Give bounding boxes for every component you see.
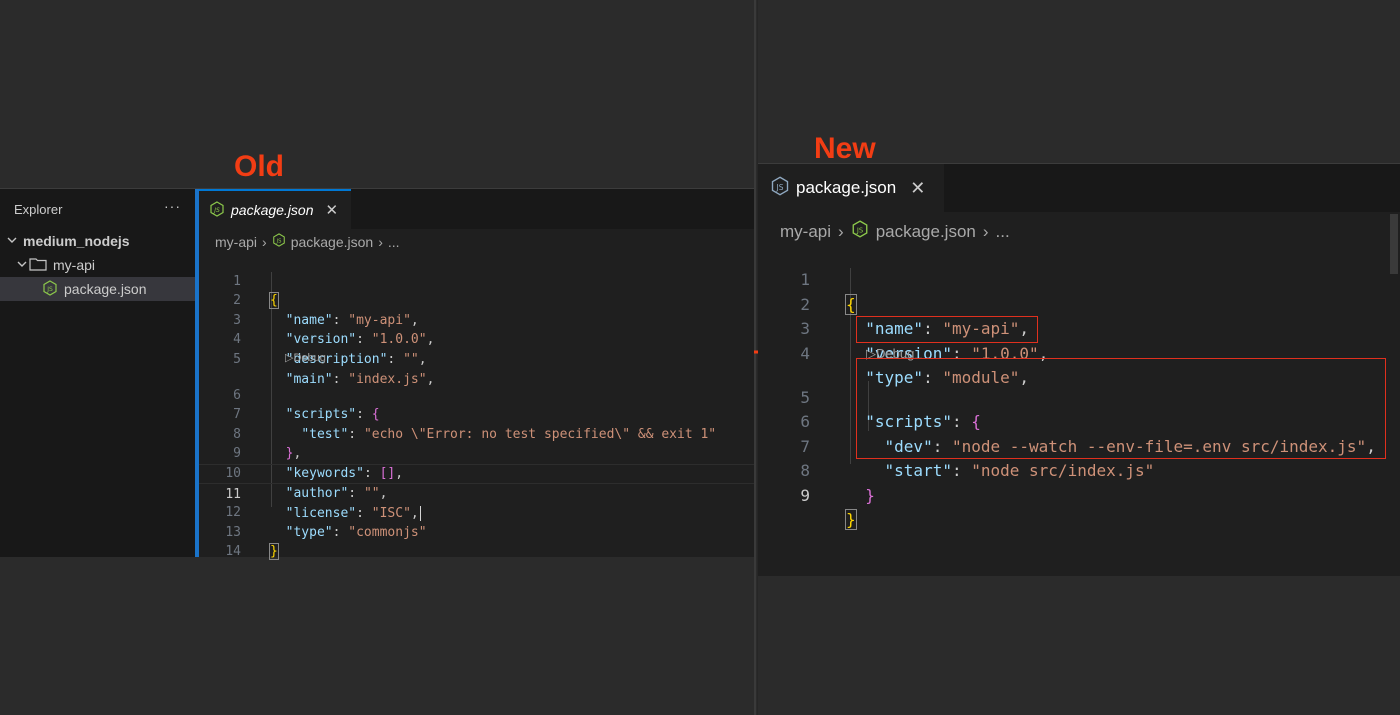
code-line: 1 { <box>758 244 1400 315</box>
breadcrumb-item[interactable]: my-api <box>215 234 257 250</box>
code-line: 3 "version": "1.0.0", <box>758 293 1400 362</box>
tab-bar: JS package.json ✕ <box>199 189 754 229</box>
line-number: 9 <box>800 485 810 505</box>
breadcrumb-item[interactable]: ... <box>996 222 1010 242</box>
chevron-down-icon <box>15 258 29 273</box>
line-number: 14 <box>225 544 241 560</box>
chevron-right-icon: › <box>378 233 383 250</box>
code-line: 2 "name": "my-api", <box>758 268 1400 338</box>
code-line: 1 { <box>199 252 754 310</box>
old-editor: JS package.json ✕ my-api › JS package.js… <box>199 189 754 561</box>
tree-item-package-json[interactable]: JS package.json <box>0 277 195 301</box>
code-line: 7 "test": "echo \"Error: no test specifi… <box>199 386 754 442</box>
svg-text:JS: JS <box>776 182 784 191</box>
highlight-scripts-change <box>856 358 1386 459</box>
new-label: New <box>814 132 876 165</box>
explorer-title: Explorer <box>14 202 63 217</box>
svg-text:JS: JS <box>275 239 282 245</box>
debug-codelens[interactable]: ▷Debug <box>199 350 754 366</box>
svg-text:JS: JS <box>213 207 220 214</box>
tree-item-label: package.json <box>64 281 147 297</box>
code-line: 8 }, <box>199 405 754 462</box>
code-line: 3 "version": "1.0.0", <box>199 291 754 348</box>
new-editor-window: JS package.json ✕ my-api › JS package.js… <box>758 163 1400 577</box>
background-area <box>758 576 1400 715</box>
code-line: 12 "type": "commonjs" <box>199 484 754 540</box>
tab-bar: JS package.json ✕ <box>758 164 1400 212</box>
code-line: 13 } <box>199 503 754 561</box>
code-line: 5 "main": "index.js", <box>199 330 754 387</box>
folder-icon <box>29 257 47 274</box>
js-file-icon: JS <box>42 279 58 299</box>
chevron-down-icon <box>5 234 19 249</box>
svg-text:JS: JS <box>856 226 863 234</box>
breadcrumb: my-api › JS package.json › ... <box>215 233 400 250</box>
tab-label: package.json <box>796 178 897 197</box>
js-file-icon: JS <box>770 175 790 201</box>
old-label: Old <box>234 150 284 183</box>
code-line: 9 "keywords": [], <box>199 425 754 481</box>
chevron-right-icon: › <box>262 233 267 250</box>
chevron-right-icon: › <box>838 221 844 241</box>
code-line-current: 11 "license": "ISC", <box>199 463 754 522</box>
code-line: 6 "scripts": { <box>199 366 754 423</box>
chevron-right-icon: › <box>982 221 989 241</box>
explorer-sidebar: Explorer ··· medium_nodejs my-api JS pac… <box>0 189 196 557</box>
tree-item-label: my-api <box>53 257 96 273</box>
breadcrumb-item[interactable]: package.json <box>291 234 374 250</box>
tree-item-my-api[interactable]: my-api <box>0 253 195 277</box>
tab-package-json[interactable]: JS package.json ✕ <box>758 164 944 212</box>
js-file-icon: JS <box>272 233 286 250</box>
close-icon[interactable]: ✕ <box>326 201 339 219</box>
breadcrumb: my-api › JS package.json › ... <box>780 220 1010 243</box>
js-file-icon: JS <box>851 220 869 243</box>
code-line: 9 } <box>758 459 1400 530</box>
code-area[interactable]: 1 { 2 "name": "my-api", 3 "version": "1.… <box>199 252 754 561</box>
code-line: 4 "type": "module", <box>758 317 1400 387</box>
tab-package-json[interactable]: JS package.json ✕ <box>199 189 351 229</box>
code-line: 14 <box>199 523 754 559</box>
highlight-type-change <box>856 316 1038 343</box>
close-icon[interactable]: ✕ <box>910 178 925 199</box>
js-file-icon: JS <box>209 200 225 220</box>
code-line: 10 "author": "", <box>199 444 754 501</box>
breadcrumb-item[interactable]: my-api <box>780 222 831 242</box>
tab-label: package.json <box>231 202 314 218</box>
tree-item-medium-nodejs[interactable]: medium_nodejs <box>0 229 195 253</box>
breadcrumb-item[interactable]: package.json <box>876 222 976 242</box>
svg-text:JS: JS <box>46 286 53 293</box>
code-line: 4 "description": "", <box>199 311 754 367</box>
tree-item-label: medium_nodejs <box>23 233 130 249</box>
code-line: 2 "name": "my-api", <box>199 272 754 328</box>
old-editor-window: Explorer ··· medium_nodejs my-api JS pac… <box>0 188 754 561</box>
breadcrumb-item[interactable]: ... <box>388 234 400 250</box>
more-actions-icon[interactable]: ··· <box>164 198 181 214</box>
